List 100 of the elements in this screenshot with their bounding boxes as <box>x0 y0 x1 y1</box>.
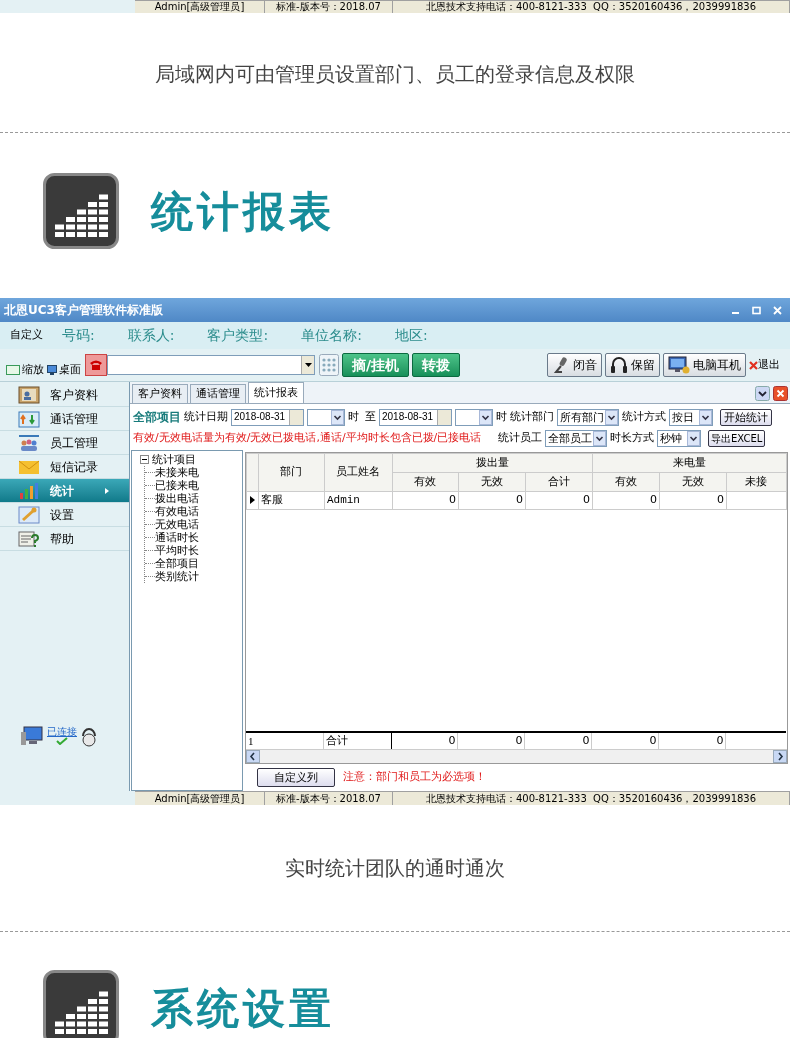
column-header: 无效 <box>458 472 526 492</box>
panel-icon <box>6 365 20 375</box>
column-header: 来电量 <box>592 453 787 473</box>
sidebar-item[interactable]: 帮助 <box>0 527 129 551</box>
table-cell: 客服 <box>258 491 325 509</box>
column-header: 有效 <box>392 472 459 492</box>
collapse-icon[interactable] <box>139 455 149 464</box>
toolbar-button[interactable]: 闭音 <box>547 353 602 377</box>
horizontal-scrollbar[interactable] <box>245 749 787 763</box>
zoom-toggle[interactable]: 缩放 <box>6 361 44 379</box>
tree-item[interactable]: 平均时长 <box>154 544 199 557</box>
chevron-down-icon <box>592 431 606 446</box>
table-cell: 0 <box>659 491 727 509</box>
contact-card-icon <box>18 385 40 404</box>
headphones-icon <box>610 356 628 374</box>
tree-item[interactable]: 全部项目 <box>154 557 199 570</box>
caption: 局域网内可由管理员设置部门、员工的登录信息及权限 <box>155 60 635 88</box>
table-cell: 0 <box>392 491 459 509</box>
exit-button[interactable]: 退出 <box>749 356 780 374</box>
status-text: Admin[高级管理员] <box>154 2 245 12</box>
bar-chart-icon <box>18 481 40 500</box>
number-combobox[interactable] <box>107 355 315 375</box>
tree-item[interactable]: 拨出电话 <box>154 492 199 505</box>
bar-chart-icon <box>43 173 119 249</box>
dropdown[interactable] <box>454 408 493 426</box>
field-label: 至 <box>364 408 376 425</box>
maximize-icon[interactable] <box>752 305 761 315</box>
scroll-left-icon <box>245 750 260 763</box>
toolbar-button[interactable]: 保留 <box>605 353 660 377</box>
toolbar-button[interactable]: 电脑耳机 <box>663 353 746 377</box>
chevron-down-icon <box>330 409 344 425</box>
status-text: Admin[高级管理员] <box>154 793 245 804</box>
tab[interactable]: 统计报表 <box>247 382 304 403</box>
table-cell: 0 <box>525 491 593 509</box>
customize-link[interactable]: 自定义 <box>10 327 43 344</box>
tree-item[interactable]: 已接来电 <box>154 479 199 492</box>
people-icon <box>18 433 40 452</box>
close-icon <box>749 360 758 370</box>
field-label: 统计员工 <box>497 430 542 447</box>
status-text: 北恩技术支持电话：400-8121-333 QQ：3520160436，2039991836 <box>425 793 757 804</box>
caption: 实时统计团队的通时通次 <box>285 855 505 882</box>
headset-icon <box>80 725 98 747</box>
dropdown[interactable]: 全部员工 <box>544 430 607 447</box>
caret-down-icon <box>304 363 312 367</box>
all-items-link[interactable]: 全部项目 <box>132 408 181 426</box>
sidebar-item[interactable]: 客户资料 <box>0 383 129 407</box>
help-icon <box>18 529 40 548</box>
sidebar-item[interactable]: 设置 <box>0 503 129 527</box>
field-label: 时 <box>495 408 507 425</box>
field-label: 时长方式 <box>609 430 654 447</box>
sidebar-item[interactable]: 统计 <box>0 479 129 503</box>
date-field[interactable]: 2018-08-31 <box>378 408 452 426</box>
export-button[interactable]: 导出EXCEL <box>707 430 766 447</box>
field-label: 地区: <box>394 326 428 345</box>
tree-item[interactable]: 统计项目 <box>151 453 196 466</box>
column-header: 员工姓名 <box>324 453 393 492</box>
chevron-down-icon[interactable] <box>755 386 770 401</box>
column-header: 合计 <box>525 472 593 492</box>
column-header: 拨出量 <box>392 453 593 473</box>
column-header: 未接 <box>726 472 787 492</box>
dropdown[interactable]: 所有部门 <box>556 408 619 426</box>
table-cell: 0 <box>592 491 660 509</box>
status-text: 标准-版本号：2018.07 <box>276 793 381 804</box>
tree-item[interactable]: 未接来电 <box>154 466 199 479</box>
tab[interactable]: 通话管理 <box>189 384 246 403</box>
field-label: 统计方式 <box>621 408 666 425</box>
date-field[interactable]: 2018-08-31 <box>230 408 304 426</box>
section-title: 统计报表 <box>151 185 335 238</box>
keypad-icon[interactable] <box>319 354 339 376</box>
section-title: 系统设置 <box>151 982 335 1035</box>
wrench-icon <box>18 505 40 524</box>
dropdown[interactable]: 秒钟 <box>656 430 701 447</box>
tree-item[interactable]: 无效电话 <box>154 518 199 531</box>
desktop-toggle[interactable]: 桌面 <box>47 361 81 379</box>
tree-item[interactable]: 通话时长 <box>154 531 199 544</box>
field-label: 时 <box>347 408 359 425</box>
phone-button[interactable] <box>85 354 107 376</box>
customize-columns-button[interactable]: 自定义列 <box>256 768 335 787</box>
field-label: 单位名称: <box>301 326 362 345</box>
chevron-down-icon <box>686 431 700 446</box>
sidebar-item[interactable]: 通话管理 <box>0 407 129 431</box>
caret-right-icon <box>104 487 109 494</box>
status-text: 标准-版本号：2018.07 <box>276 2 381 12</box>
scroll-right-icon <box>773 750 787 763</box>
transfer-icon <box>18 409 40 428</box>
dropdown[interactable] <box>306 408 345 426</box>
close-icon[interactable] <box>773 386 788 401</box>
sidebar-item[interactable]: 员工管理 <box>0 431 129 455</box>
start-button[interactable]: 开始统计 <box>719 408 772 426</box>
tree-item[interactable]: 有效电话 <box>154 505 199 518</box>
tree-item[interactable]: 类别统计 <box>154 570 199 583</box>
microphone-icon <box>552 356 570 374</box>
checkmark-icon <box>56 737 68 745</box>
chevron-down-icon <box>604 409 618 425</box>
status-text: 北恩技术支持电话：400-8121-333 QQ：3520160436，2039991836 <box>425 2 757 12</box>
column-header: 部门 <box>258 453 325 492</box>
dropdown[interactable]: 按日 <box>668 408 713 426</box>
info-note: 有效/无效电话量为有效/无效已拨电话,通话/平均时长包含已拨/已接电话 <box>132 430 483 447</box>
warning-text: 注意：部门和员工为必选项！ <box>342 769 486 786</box>
tab[interactable]: 客户资料 <box>131 384 188 403</box>
